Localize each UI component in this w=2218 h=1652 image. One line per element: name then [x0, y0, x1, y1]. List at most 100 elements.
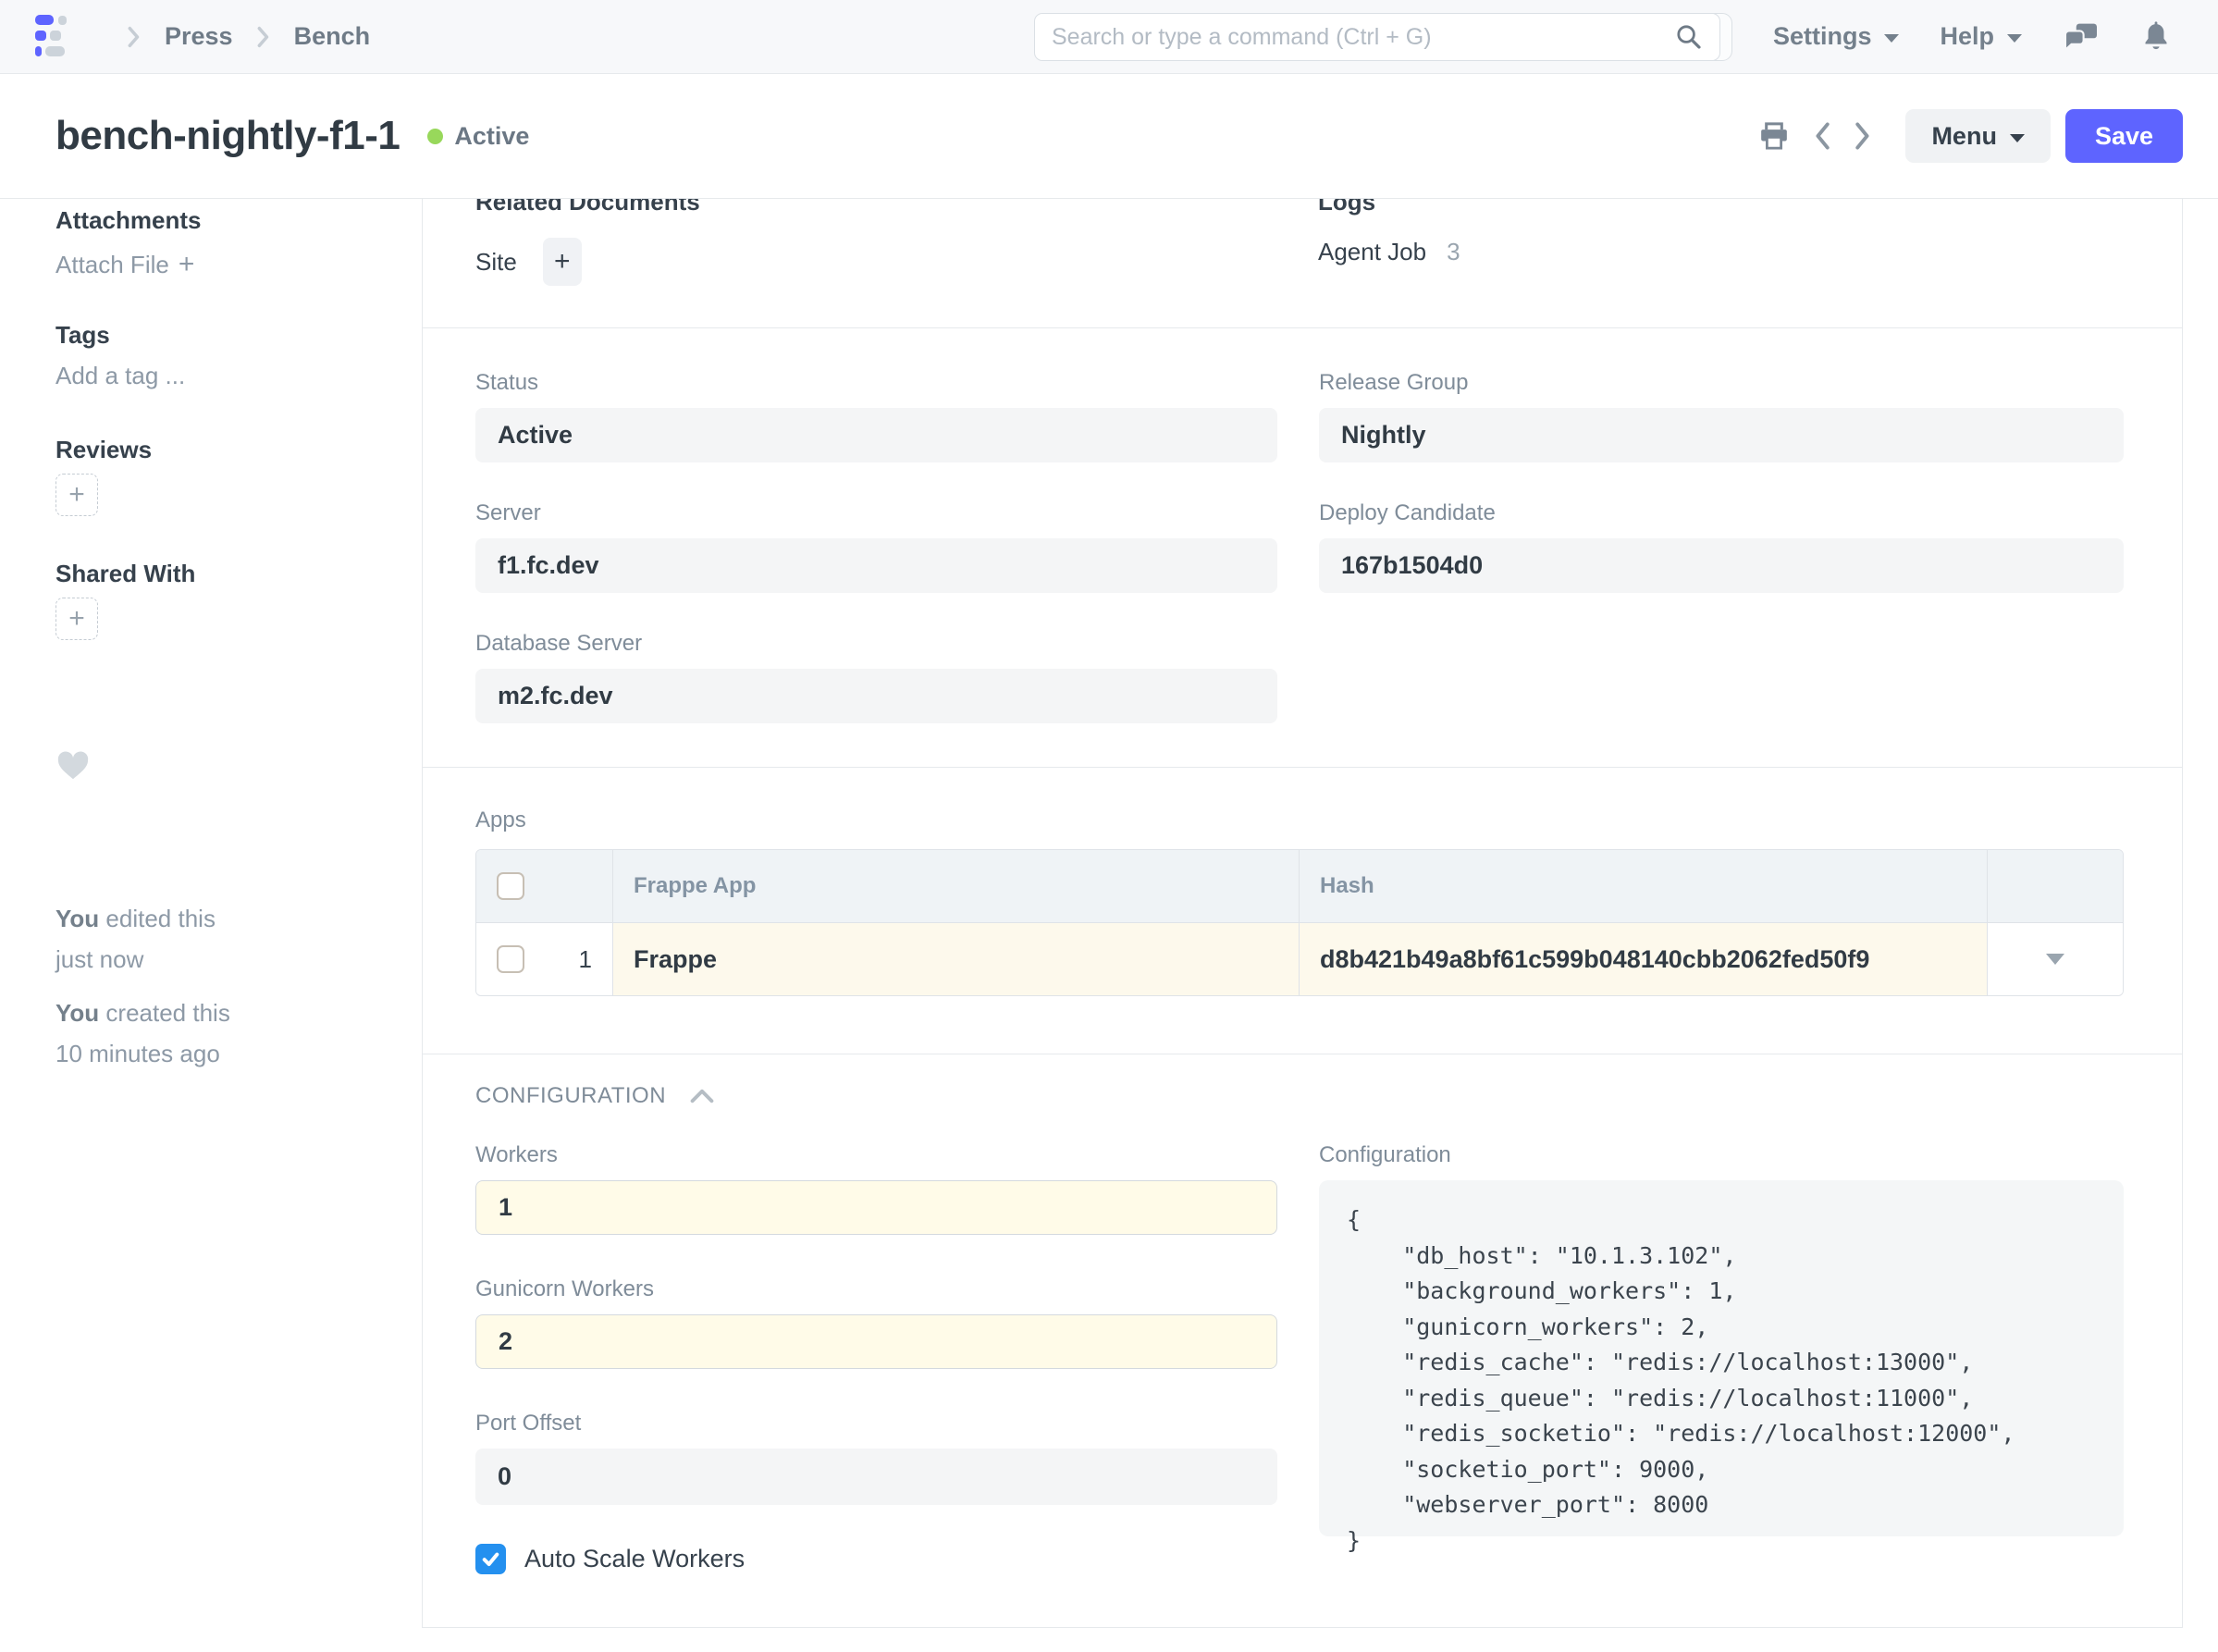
chevron-down-icon — [2010, 134, 2025, 142]
breadcrumb-bench[interactable]: Bench — [294, 22, 371, 51]
attachments-heading: Attachments — [55, 205, 385, 235]
details-right-column: Release Group Nightly Deploy Candidate 1… — [1319, 369, 2124, 767]
hash-cell[interactable]: d8b421b49a8bf61c599b048140cbb2062fed50f9 — [1300, 923, 1988, 995]
configuration-json-block: { "db_host": "10.1.3.102", "background_w… — [1319, 1180, 2124, 1536]
workers-input[interactable] — [475, 1180, 1277, 1235]
page-title: bench-nightly-f1-1 — [55, 113, 400, 159]
hash-column-header: Hash — [1300, 850, 1988, 923]
port-offset-label: Port Offset — [475, 1410, 1277, 1437]
gunicorn-workers-label: Gunicorn Workers — [475, 1276, 1277, 1303]
help-menu[interactable]: Help — [1940, 22, 2022, 51]
apps-section-label: Apps — [475, 807, 2122, 834]
gunicorn-workers-input[interactable] — [475, 1314, 1277, 1369]
select-all-checkbox[interactable] — [497, 872, 524, 900]
sidebar-timeline: You edited this just now You created thi… — [55, 898, 385, 1074]
save-button[interactable]: Save — [2065, 109, 2183, 163]
add-share-button[interactable]: + — [55, 598, 98, 640]
page-actions: Menu Save — [1754, 109, 2183, 163]
dashboard-section: Related Documents Site + Logs Agent Job … — [423, 199, 2182, 328]
configuration-section-heading: CONFIGURATION — [475, 1082, 666, 1110]
configuration-section: CONFIGURATION Workers Gunicorn Workers — [423, 1054, 2182, 1628]
edited-info: You edited this just now — [55, 898, 385, 980]
row-expand-cell[interactable] — [1988, 923, 2123, 995]
row-index: 1 — [579, 945, 592, 974]
title-area: bench-nightly-f1-1 Active — [55, 113, 529, 159]
logs-heading: Logs — [1318, 199, 2122, 216]
frappe-app-cell[interactable]: Frappe — [613, 923, 1300, 995]
auto-scale-workers-label: Auto Scale Workers — [524, 1545, 745, 1573]
table-row-select-cell: 1 — [476, 923, 613, 995]
related-documents-column: Related Documents Site + — [475, 199, 1318, 327]
chevron-down-icon — [1884, 34, 1899, 43]
like-heart-icon[interactable] — [55, 749, 385, 787]
details-section: Status Active Server f1.fc.dev Database … — [423, 328, 2182, 768]
deploy-candidate-label: Deploy Candidate — [1319, 499, 2124, 527]
configuration-section-toggle[interactable]: CONFIGURATION — [475, 1082, 2122, 1110]
menu-button[interactable]: Menu — [1905, 109, 2051, 163]
print-icon[interactable] — [1754, 117, 1794, 155]
plus-icon: + — [68, 603, 85, 635]
plus-icon: + — [554, 246, 571, 277]
page-head: bench-nightly-f1-1 Active Menu Save — [0, 74, 2218, 199]
tags-heading: Tags — [55, 320, 385, 350]
chevron-down-icon — [2046, 954, 2064, 965]
chat-icon[interactable] — [2063, 21, 2100, 53]
status-indicator: Active — [427, 122, 529, 151]
breadcrumb-press[interactable]: Press — [165, 22, 233, 51]
reviews-heading: Reviews — [55, 435, 385, 464]
details-left-column: Status Active Server f1.fc.dev Database … — [475, 369, 1277, 767]
configuration-json-label: Configuration — [1319, 1141, 2124, 1169]
configuration-left-column: Workers Gunicorn Workers Port Offset 0 — [475, 1141, 1277, 1574]
related-documents-heading: Related Documents — [475, 199, 1318, 216]
actions-column-header — [1988, 850, 2123, 923]
workers-label: Workers — [475, 1141, 1277, 1169]
status-indicator-label: Active — [454, 122, 529, 151]
server-field[interactable]: f1.fc.dev — [475, 538, 1277, 593]
status-label: Status — [475, 369, 1277, 397]
apps-table: Frappe App Hash 1 Frappe d8b421b49a8bf61… — [475, 849, 2124, 996]
apps-section: Apps Frappe App Hash 1 Frappe d8b421b49a… — [423, 768, 2182, 1054]
add-tag-input[interactable]: Add a tag ... — [55, 361, 385, 390]
chevron-right-icon — [128, 26, 141, 48]
navbar: Press Bench A Settings Help — [0, 0, 2218, 74]
configuration-right-column: Configuration { "db_host": "10.1.3.102",… — [1319, 1141, 2124, 1574]
row-checkbox[interactable] — [497, 945, 524, 973]
server-label: Server — [475, 499, 1277, 527]
agent-job-count: 3 — [1447, 238, 1460, 266]
logs-column: Logs Agent Job 3 — [1318, 199, 2122, 327]
auto-scale-workers-checkbox[interactable] — [475, 1544, 506, 1574]
port-offset-field[interactable]: 0 — [475, 1449, 1277, 1505]
release-group-field[interactable]: Nightly — [1319, 408, 2124, 462]
plus-icon: + — [179, 249, 195, 279]
chevron-right-icon — [257, 26, 270, 48]
release-group-label: Release Group — [1319, 369, 2124, 397]
status-field[interactable]: Active — [475, 408, 1277, 462]
database-server-field[interactable]: m2.fc.dev — [475, 669, 1277, 723]
select-all-header-cell — [476, 850, 613, 923]
add-review-button[interactable]: + — [55, 474, 98, 516]
agent-job-link[interactable]: Agent Job — [1318, 238, 1426, 266]
site-link[interactable]: Site — [475, 248, 517, 277]
frappe-app-column-header: Frappe App — [613, 850, 1300, 923]
search-input[interactable] — [1052, 24, 1675, 51]
plus-icon: + — [68, 479, 85, 511]
prev-document-icon[interactable] — [1809, 117, 1835, 154]
next-document-icon[interactable] — [1850, 117, 1876, 154]
breadcrumb: Press Bench — [128, 22, 370, 51]
app-logo-icon[interactable] — [35, 15, 67, 59]
deploy-candidate-field[interactable]: 167b1504d0 — [1319, 538, 2124, 593]
status-dot-icon — [427, 129, 443, 144]
created-info: You created this 10 minutes ago — [55, 992, 385, 1074]
add-site-button[interactable]: + — [543, 238, 582, 286]
chevron-up-icon — [690, 1089, 714, 1103]
auto-scale-workers-row: Auto Scale Workers — [475, 1544, 1277, 1574]
search-icon[interactable] — [1675, 23, 1703, 51]
configuration-json-content: { "db_host": "10.1.3.102", "background_w… — [1347, 1202, 2096, 1559]
form-card: Related Documents Site + Logs Agent Job … — [422, 199, 2183, 1628]
notifications-bell-icon[interactable] — [2140, 20, 2172, 54]
shared-with-heading: Shared With — [55, 559, 385, 588]
form-sidebar: Attachments Attach File+ Tags Add a tag … — [0, 199, 422, 1652]
page-body: Attachments Attach File+ Tags Add a tag … — [0, 199, 2218, 1652]
attach-file-button[interactable]: Attach File+ — [55, 250, 385, 279]
settings-menu[interactable]: Settings — [1773, 22, 1900, 51]
